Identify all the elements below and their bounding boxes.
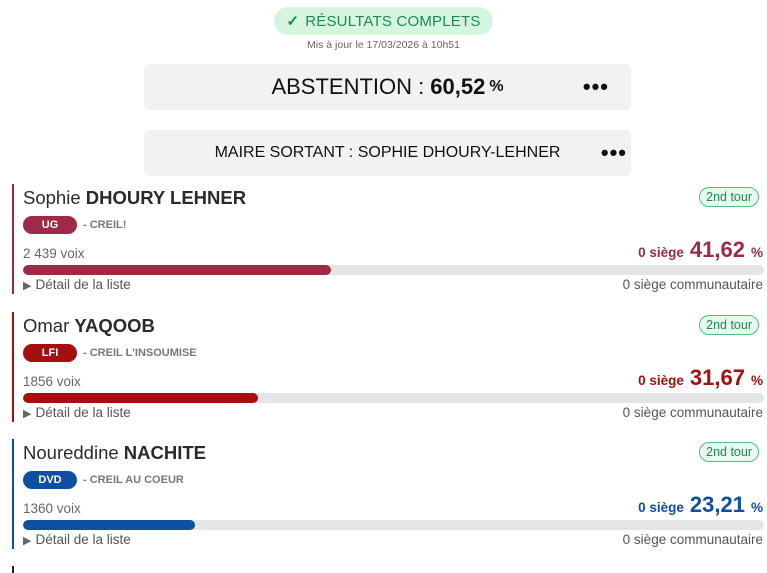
vote-count: 2 439 voix — [23, 246, 85, 261]
candidate-name: Sophie DHOURY LEHNER — [23, 187, 246, 209]
list-name: - CREIL L'INSOUMISE — [83, 347, 197, 359]
candidate-first-name: Noureddine — [23, 442, 119, 463]
result-summary: 0 siège 31,67 % — [638, 365, 763, 391]
candidate-card: Sophie DHOURY LEHNER 2nd tour UG - CREIL… — [12, 184, 767, 294]
more-options-icon[interactable]: ••• — [583, 76, 609, 98]
divider — [12, 566, 14, 573]
party-pill: UG — [23, 216, 77, 234]
candidate-first-name: Omar — [23, 315, 70, 336]
vote-share-bar — [23, 393, 764, 403]
list-detail-label: Détail de la liste — [35, 277, 131, 292]
list-detail-label: Détail de la liste — [35, 405, 131, 420]
vote-share-fill — [23, 520, 195, 530]
vote-count: 1360 voix — [23, 501, 81, 516]
status-label: RÉSULTATS COMPLETS — [305, 12, 481, 30]
round-badge: 2nd tour — [699, 187, 759, 207]
seat-count: 0 siège — [638, 245, 684, 260]
percent-sign: % — [750, 500, 763, 515]
candidate-last-name: NACHITE — [123, 442, 207, 463]
party-row: UG - CREIL! — [23, 216, 126, 234]
candidate-card: Noureddine NACHITE 2nd tour DVD - CREIL … — [12, 439, 767, 549]
candidate-card: Omar YAQOOB 2nd tour LFI - CREIL L'INSOU… — [12, 312, 767, 422]
community-seats: 0 siège communautaire — [622, 405, 763, 420]
play-triangle-icon: ▶ — [23, 408, 32, 420]
seat-count: 0 siège — [638, 373, 684, 388]
percent-sign: % — [750, 245, 763, 260]
list-name: - CREIL AU COEUR — [83, 474, 184, 486]
list-detail-toggle[interactable]: ▶ Détail de la liste — [23, 532, 131, 547]
list-detail-label: Détail de la liste — [35, 532, 131, 547]
round-badge: 2nd tour — [699, 315, 759, 335]
candidate-last-name: YAQOOB — [74, 315, 155, 336]
vote-percentage: 31,67 — [689, 365, 745, 390]
abstention-label: ABSTENTION : — [271, 74, 425, 99]
candidate-name: Omar YAQOOB — [23, 315, 155, 337]
vote-count: 1856 voix — [23, 374, 81, 389]
status-badge: ✓ RÉSULTATS COMPLETS — [274, 7, 493, 35]
seat-count: 0 siège — [638, 500, 684, 515]
candidate-name: Noureddine NACHITE — [23, 442, 206, 464]
more-options-icon[interactable]: ••• — [601, 142, 627, 164]
community-seats: 0 siège communautaire — [622, 532, 763, 547]
check-icon: ✓ — [286, 13, 300, 30]
community-seats: 0 siège communautaire — [622, 277, 763, 292]
party-row: DVD - CREIL AU COEUR — [23, 471, 184, 489]
vote-share-fill — [23, 393, 258, 403]
vote-percentage: 41,62 — [689, 237, 745, 262]
result-summary: 0 siège 41,62 % — [638, 237, 763, 263]
vote-share-bar — [23, 265, 764, 275]
candidate-first-name: Sophie — [23, 187, 81, 208]
party-pill: DVD — [23, 471, 77, 489]
play-triangle-icon: ▶ — [23, 535, 32, 547]
candidate-last-name: DHOURY LEHNER — [85, 187, 247, 208]
list-detail-toggle[interactable]: ▶ Détail de la liste — [23, 277, 131, 292]
maire-sortant-label: MAIRE SORTANT : SOPHIE DHOURY-LEHNER — [214, 144, 561, 161]
updated-timestamp: Mis à jour le 17/03/2026 à 10h51 — [307, 39, 460, 51]
maire-sortant-box: MAIRE SORTANT : SOPHIE DHOURY-LEHNER ••• — [144, 130, 631, 176]
list-detail-toggle[interactable]: ▶ Détail de la liste — [23, 405, 131, 420]
play-triangle-icon: ▶ — [23, 280, 32, 292]
abstention-value: 60,52 — [430, 74, 486, 99]
vote-share-bar — [23, 520, 764, 530]
round-badge: 2nd tour — [699, 442, 759, 462]
percent-sign: % — [750, 373, 763, 388]
status-area: ✓ RÉSULTATS COMPLETS — [0, 7, 767, 35]
party-row: LFI - CREIL L'INSOUMISE — [23, 344, 197, 362]
result-summary: 0 siège 23,21 % — [638, 492, 763, 518]
abstention-unit: % — [489, 78, 504, 95]
party-pill: LFI — [23, 344, 77, 362]
vote-percentage: 23,21 — [689, 492, 745, 517]
abstention-box: ABSTENTION : 60,52 % ••• — [144, 64, 631, 110]
vote-share-fill — [23, 265, 332, 275]
list-name: - CREIL! — [83, 219, 127, 231]
